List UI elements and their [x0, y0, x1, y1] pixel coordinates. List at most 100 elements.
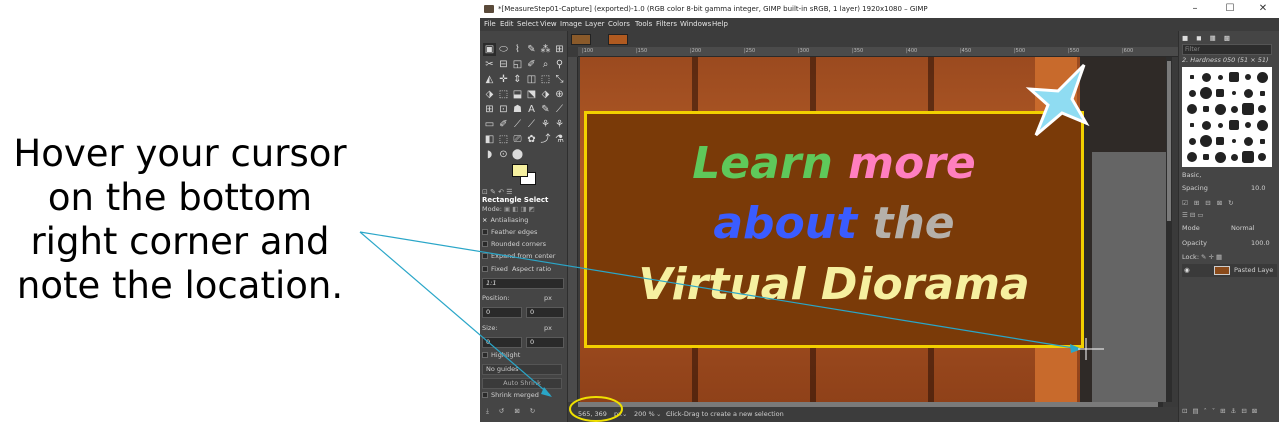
tool-icon[interactable]: ⟋	[525, 118, 538, 131]
brush-preset-icon[interactable]	[1242, 103, 1254, 115]
tool-icon[interactable]: A	[525, 103, 538, 116]
eye-icon[interactable]: ◉	[1184, 266, 1190, 274]
tool-icon[interactable]: ⚘	[553, 118, 566, 131]
brush-preset-icon[interactable]	[1200, 135, 1212, 147]
feather-option[interactable]: Feather edges	[482, 228, 537, 236]
brush-preset-icon[interactable]	[1216, 137, 1224, 145]
spacing-value[interactable]: 10.0	[1251, 184, 1265, 192]
brush-preset-icon[interactable]	[1201, 120, 1211, 130]
position-x-field[interactable]: 0	[482, 307, 522, 318]
tool-icon[interactable]: ◭	[483, 73, 496, 86]
menu-colors[interactable]: Colors	[608, 18, 630, 31]
tool-icon[interactable]: ◧	[483, 133, 496, 146]
dock-tab-icons[interactable]: ■ ◼ ▦ ▩	[1182, 34, 1233, 42]
tool-icon[interactable]: ⇕	[511, 73, 524, 86]
tool-icon[interactable]: ⊞	[483, 103, 496, 116]
checkbox[interactable]	[482, 241, 488, 247]
canvas-area[interactable]: |100 |150 |200 |250 |300 |350 |400 |450 |500 |550…	[568, 31, 1178, 422]
tool-icon[interactable]: ⚲	[553, 58, 566, 71]
menu-image[interactable]: Image	[560, 18, 582, 31]
tool-icon[interactable]: ⬚	[497, 133, 510, 146]
image-tab-thumbnail-active[interactable]	[608, 34, 628, 45]
tool-icon[interactable]: ✎	[539, 103, 552, 116]
tool-icon[interactable]: ⊡	[497, 103, 510, 116]
tool-options-tabs[interactable]: ⊡ ✎ ↶ ☰	[482, 188, 513, 196]
brush-preset-icon[interactable]	[1259, 90, 1265, 96]
brush-preset-icon[interactable]	[1216, 89, 1224, 97]
tool-icon[interactable]: ⊕	[553, 88, 566, 101]
ratio-field[interactable]: 1:1	[482, 278, 564, 289]
menu-tools[interactable]: Tools	[635, 18, 652, 31]
brush-preset-icon[interactable]	[1200, 87, 1212, 99]
tool-icon[interactable]: ▭	[483, 118, 496, 131]
brush-preset-icon[interactable]	[1258, 153, 1266, 161]
brush-preset-icon[interactable]	[1259, 138, 1265, 144]
lock-icons[interactable]: ✎ ✛ ▦	[1201, 253, 1222, 261]
tool-icon[interactable]: ⚗	[553, 133, 566, 146]
brush-preset[interactable]: Basic,	[1182, 171, 1201, 179]
brush-preset-icon[interactable]	[1245, 122, 1251, 128]
minimize-button[interactable]: –	[1180, 0, 1210, 18]
brush-preset-icon[interactable]	[1203, 106, 1209, 112]
vertical-ruler[interactable]	[568, 57, 578, 402]
brush-preset-icon[interactable]	[1203, 154, 1209, 160]
menu-layer[interactable]: Layer	[585, 18, 605, 31]
tool-icon[interactable]: ⬤	[511, 148, 524, 161]
guides-dropdown[interactable]: No guides	[482, 364, 562, 375]
menu-edit[interactable]: Edit	[500, 18, 514, 31]
tool-icon[interactable]: ⎚	[511, 133, 524, 146]
brush-preset-icon[interactable]	[1187, 104, 1197, 114]
brush-preset-icon[interactable]	[1245, 74, 1251, 80]
tool-icon[interactable]: ⬔	[525, 88, 538, 101]
brush-preset-icon[interactable]	[1229, 120, 1239, 130]
zoom-dropdown[interactable]: 200 %	[634, 407, 655, 422]
tool-icon[interactable]: ⬗	[539, 88, 552, 101]
brush-preset-icon[interactable]	[1190, 75, 1194, 79]
brush-preset-icon[interactable]	[1201, 72, 1211, 82]
aspect-dropdown[interactable]: Aspect ratio	[512, 265, 551, 273]
tool-icon[interactable]: ⚘	[539, 118, 552, 131]
position-unit[interactable]: px	[544, 294, 552, 302]
chevron-down-icon[interactable]: ⌄	[622, 407, 627, 422]
tool-icon[interactable]: ◗	[483, 148, 496, 161]
brush-grid[interactable]	[1182, 67, 1272, 167]
layer-mode-dropdown[interactable]: Normal	[1231, 224, 1255, 232]
tool-icon[interactable]: ⊟	[497, 58, 510, 71]
tool-icon[interactable]: ⬚	[539, 73, 552, 86]
tool-icon[interactable]: ⤴	[539, 133, 552, 146]
brush-preset-icon[interactable]	[1188, 89, 1196, 97]
maximize-button[interactable]: ☐	[1215, 0, 1245, 18]
brush-action-icons[interactable]: ☑⊞⊟⊠↻	[1182, 199, 1240, 207]
opacity-value[interactable]: 100.0	[1251, 239, 1270, 247]
brush-preset-icon[interactable]	[1232, 91, 1236, 95]
tool-icon[interactable]: ⌇	[511, 43, 524, 56]
menu-file[interactable]: File	[484, 18, 496, 31]
auto-shrink-button[interactable]: Auto Shrink	[482, 378, 562, 389]
tool-icon[interactable]: ☗	[511, 103, 524, 116]
brush-preset-icon[interactable]	[1232, 139, 1236, 143]
brush-preset-icon[interactable]	[1243, 88, 1253, 98]
tool-icon[interactable]: ⟋	[511, 118, 524, 131]
layer-row[interactable]: ◉ Pasted Laye	[1182, 264, 1277, 277]
checkbox[interactable]	[482, 229, 488, 235]
brush-preset-icon[interactable]	[1229, 72, 1239, 82]
brush-preset-icon[interactable]	[1256, 119, 1268, 131]
size-h-field[interactable]: 0	[526, 337, 564, 348]
foreground-color-swatch[interactable]	[512, 164, 528, 177]
brush-filter-field[interactable]: Filter	[1182, 44, 1272, 55]
mode-icons[interactable]: ▣ ◧ ◨ ◩	[504, 205, 535, 213]
image-tab-thumbnail[interactable]	[571, 34, 591, 45]
brush-preset-icon[interactable]	[1214, 151, 1226, 163]
tool-icon[interactable]: ✐	[497, 118, 510, 131]
brush-preset-icon[interactable]	[1188, 137, 1196, 145]
position-y-field[interactable]: 0	[526, 307, 564, 318]
brush-preset-icon[interactable]	[1190, 123, 1194, 127]
tool-icon[interactable]: ⁂	[539, 43, 552, 56]
unit-dropdown[interactable]: px	[614, 407, 622, 422]
scroll-thumb[interactable]	[1167, 61, 1171, 221]
rounded-option[interactable]: Rounded corners	[482, 240, 546, 248]
checkbox[interactable]	[482, 392, 488, 398]
tool-icon[interactable]: ⬓	[511, 88, 524, 101]
tool-icon[interactable]: ✛	[497, 73, 510, 86]
shrink-merged-option[interactable]: Shrink merged	[482, 391, 539, 399]
